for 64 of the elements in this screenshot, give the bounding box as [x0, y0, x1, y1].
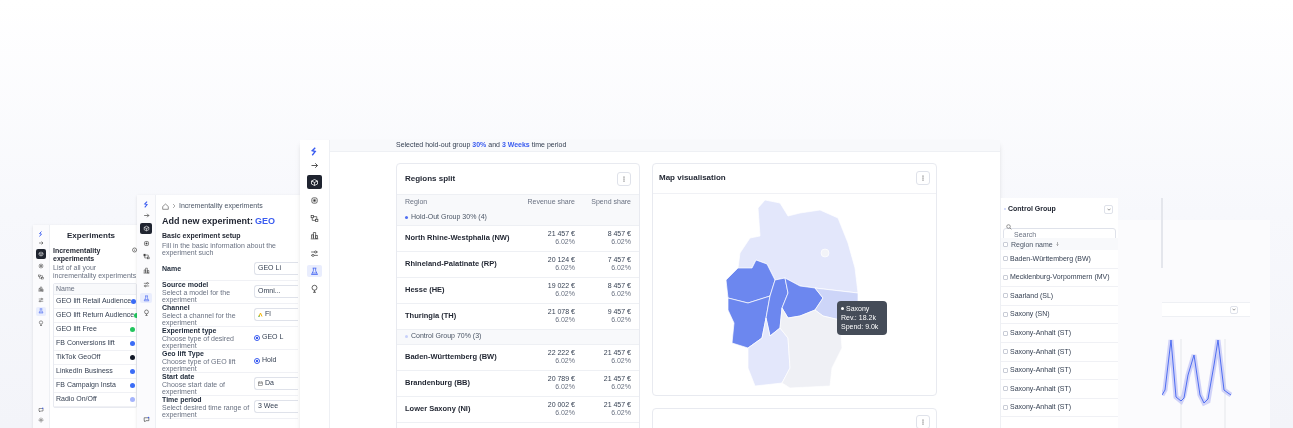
flow-icon	[310, 213, 319, 223]
settings-icon	[38, 417, 44, 423]
arrow-right-icon	[38, 240, 44, 246]
checkbox[interactable]	[1003, 349, 1008, 355]
arrow-right-icon	[142, 212, 150, 219]
nav-item[interactable]	[36, 273, 46, 282]
chat-button[interactable]	[38, 407, 44, 413]
collapse-button[interactable]	[310, 161, 319, 170]
page-title-accent: GEO	[255, 214, 276, 228]
cube-icon	[38, 250, 44, 257]
flask-icon	[310, 266, 319, 276]
chevron-down-icon	[1232, 308, 1236, 311]
card-title: Map visualisation	[659, 172, 726, 184]
checkbox[interactable]	[1003, 293, 1008, 299]
more-button[interactable]	[916, 171, 930, 185]
flow-icon	[142, 253, 150, 261]
checkbox[interactable]	[1003, 274, 1008, 280]
nav-item[interactable]	[307, 212, 322, 225]
checkbox[interactable]	[1003, 367, 1008, 373]
collapse-button[interactable]	[142, 212, 150, 219]
chevron-down-icon	[1106, 207, 1111, 211]
logo-icon	[38, 231, 44, 237]
chevron-icon	[172, 203, 176, 210]
flask-icon	[142, 294, 150, 302]
bulb-icon	[38, 319, 44, 326]
workspace-button[interactable]	[36, 249, 46, 259]
radio-button[interactable]	[254, 357, 260, 364]
checkbox[interactable]	[1003, 330, 1008, 336]
flow-icon	[38, 274, 44, 281]
collapse-button[interactable]	[38, 240, 44, 246]
page-title: Add new experiment:	[162, 214, 253, 228]
bulb-icon	[142, 308, 150, 316]
arrow-right-icon	[310, 161, 319, 170]
page-title: Experiments	[66, 230, 117, 242]
channel-icon	[258, 312, 263, 317]
nav-item[interactable]	[140, 252, 152, 262]
checkbox[interactable]	[1003, 256, 1008, 262]
home-icon[interactable]	[162, 202, 169, 210]
card-title: Regions split	[405, 172, 456, 185]
logo-icon	[310, 147, 319, 156]
chat-icon	[38, 407, 44, 413]
cube-icon	[142, 225, 150, 233]
bulb-icon	[310, 284, 319, 294]
calendar-icon	[258, 381, 263, 386]
dropdown-button[interactable]	[1230, 305, 1238, 314]
logo-icon	[142, 201, 150, 208]
chat-button[interactable]	[142, 416, 150, 423]
more-button[interactable]	[617, 171, 631, 186]
nav-item[interactable]	[307, 264, 322, 278]
workspace-button[interactable]	[140, 223, 152, 235]
cube-icon	[310, 177, 319, 187]
info-icon	[131, 247, 137, 253]
radio-button[interactable]	[254, 334, 260, 341]
chat-icon	[142, 416, 150, 423]
settings-button[interactable]	[38, 417, 44, 423]
checkbox[interactable]	[1003, 405, 1008, 411]
checkbox[interactable]	[1003, 386, 1008, 392]
more-button[interactable]	[916, 414, 930, 428]
flask-icon	[38, 308, 44, 315]
workspace-button[interactable]	[307, 175, 322, 190]
checkbox[interactable]	[1003, 241, 1008, 247]
sort-arrow-icon	[1055, 242, 1059, 246]
checkbox[interactable]	[1003, 312, 1008, 318]
search-icon	[1006, 224, 1012, 230]
